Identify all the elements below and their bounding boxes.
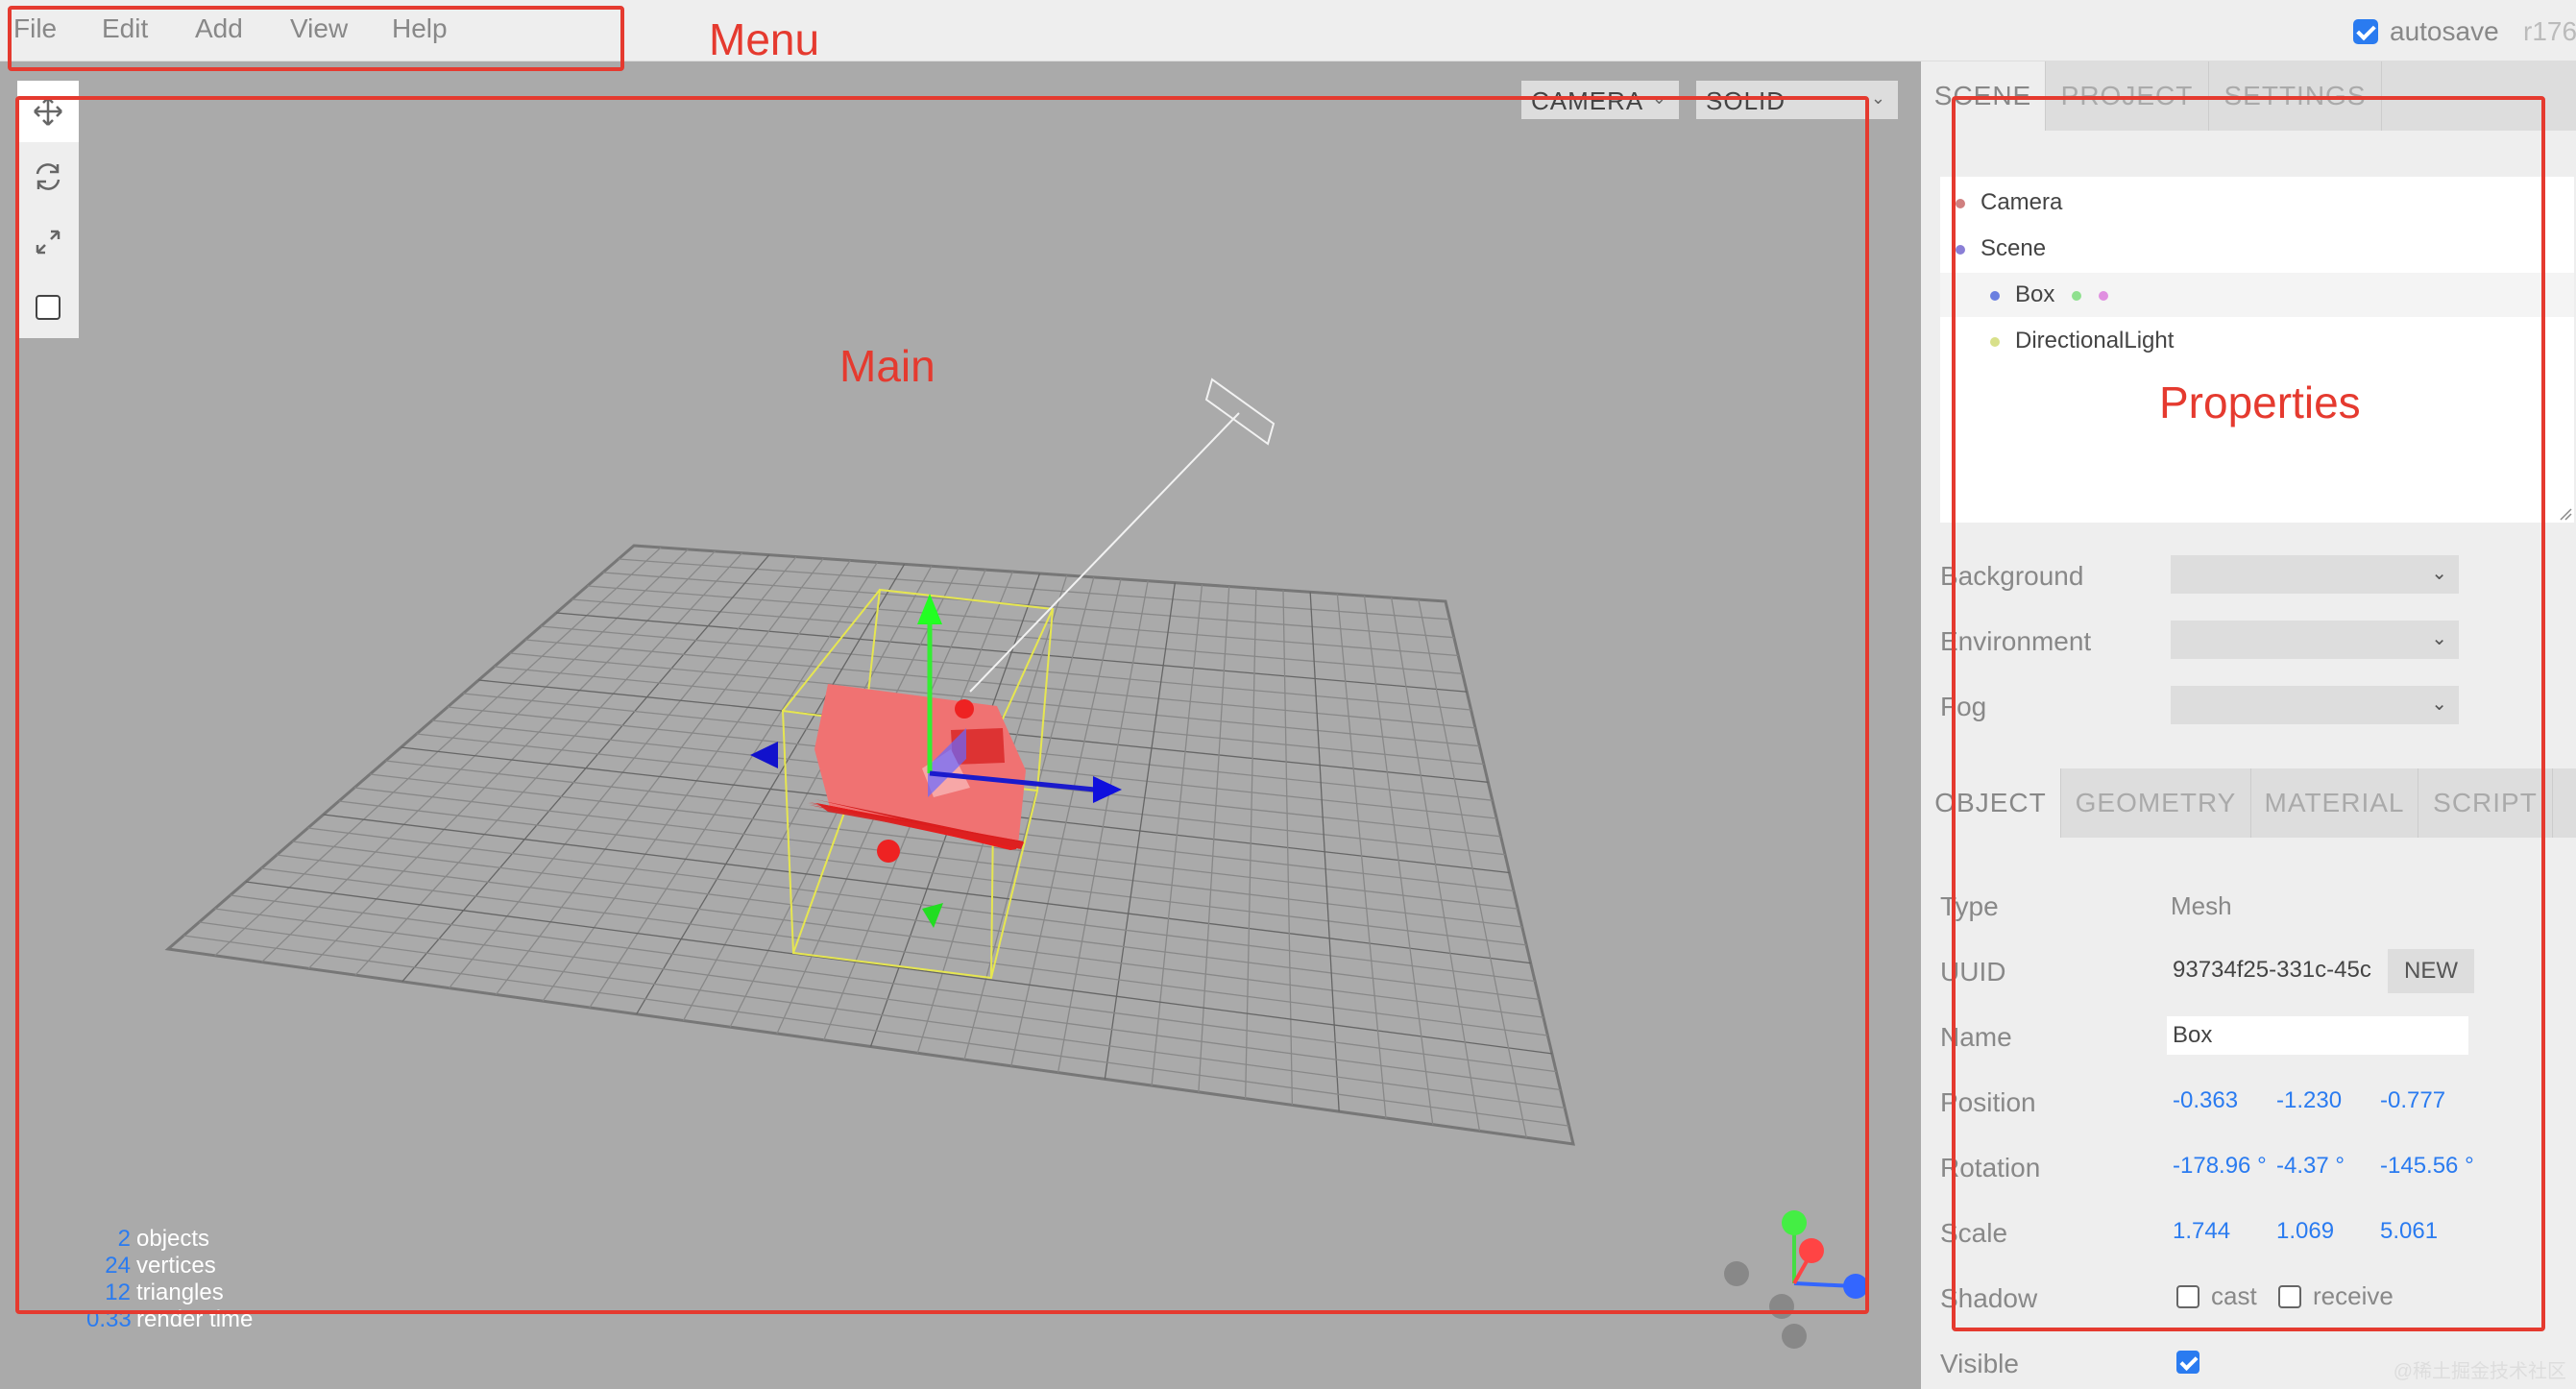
main-annotation-label: Main: [839, 341, 936, 391]
visible-checkbox[interactable]: [2176, 1351, 2199, 1374]
autosave-label: autosave: [2390, 16, 2499, 46]
main-annotation-box: [15, 96, 1869, 1314]
visible-label: Visible: [1940, 1349, 2019, 1378]
properties-annotation-label: Properties: [2159, 378, 2361, 427]
chevron-down-icon: ⌄: [1870, 88, 1886, 108]
autosave-checkbox[interactable]: [2353, 19, 2378, 44]
menu-annotation-label: Menu: [709, 14, 820, 64]
properties-annotation-box: [1952, 96, 2545, 1331]
menu-annotation-box: [8, 6, 624, 71]
revision-label: r176: [2523, 16, 2576, 46]
resize-handle-icon[interactable]: [2559, 507, 2572, 521]
watermark: @稀土掘金技术社区: [2393, 1361, 2566, 1382]
